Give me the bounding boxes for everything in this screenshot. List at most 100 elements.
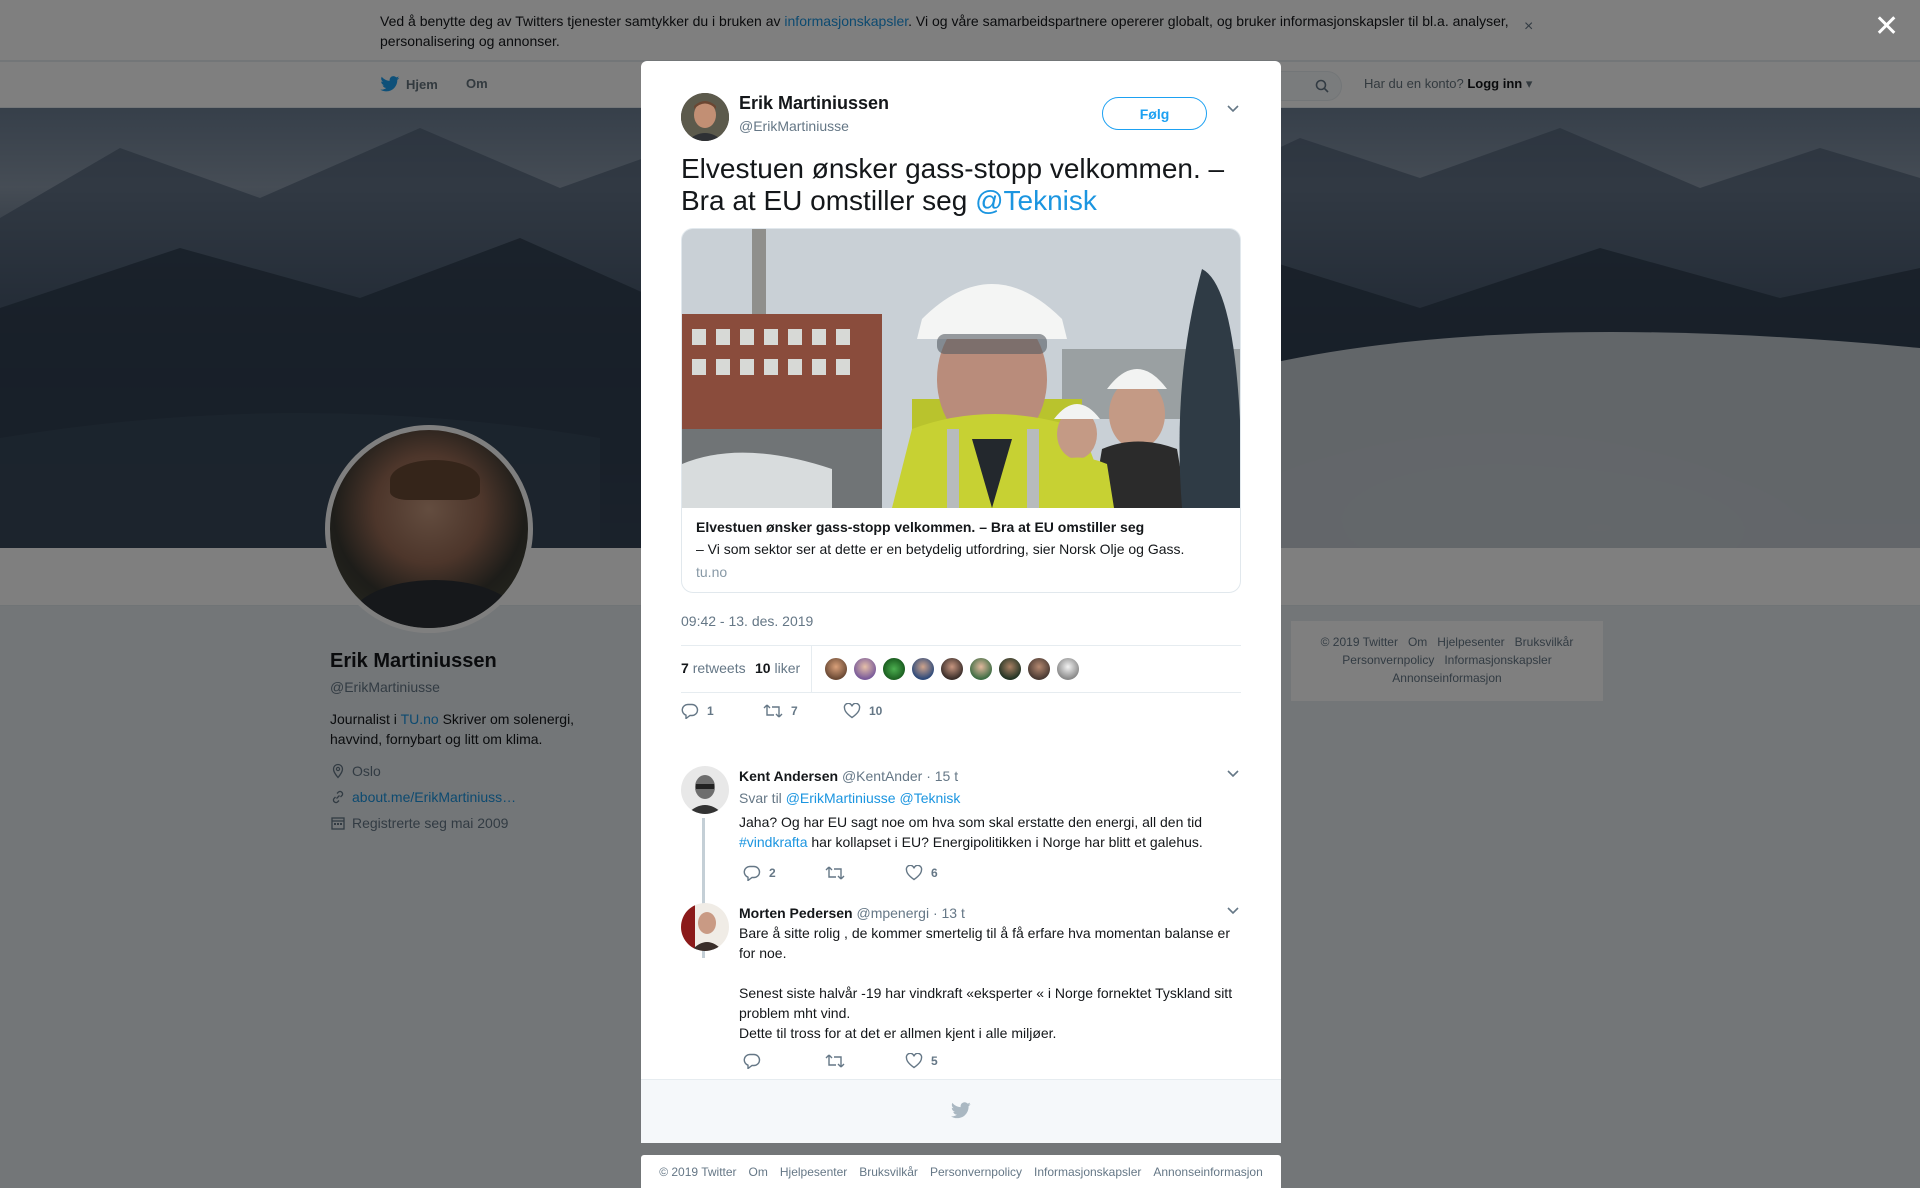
reply-button[interactable]: 2 (743, 865, 825, 881)
liker-avatar[interactable] (1027, 657, 1051, 681)
likes-stat[interactable]: 10 liker (755, 660, 800, 676)
like-count: 5 (931, 1054, 938, 1068)
reply-text: Jaha? Og har EU sagt noe om hva som skal… (739, 812, 1239, 852)
liker-avatar[interactable] (969, 657, 993, 681)
reply-paragraph: Bare å sitte rolig , de kommer smertelig… (739, 925, 1230, 961)
reply-to-mention[interactable]: @ErikMartiniusse (786, 790, 896, 806)
bottom-footer: © 2019 Twitter Om Hjelpesenter Bruksvilk… (641, 1155, 1281, 1188)
like-button[interactable]: 5 (905, 1053, 938, 1069)
footer-link[interactable]: Annonseinformasjon (1153, 1165, 1262, 1179)
reply-icon (743, 865, 761, 881)
link-card-description: – Vi som sektor ser at dette er en betyd… (696, 541, 1185, 557)
retweet-icon (825, 866, 845, 880)
tweet-timestamp[interactable]: 09:42 - 13. des. 2019 (681, 613, 813, 629)
link-card-image (682, 229, 1240, 508)
divider (811, 646, 812, 693)
likes-label: liker (774, 660, 801, 676)
link-card-domain: tu.no (696, 564, 728, 580)
reply-to-label: Svar til (739, 790, 786, 806)
tweet-author-handle[interactable]: @ErikMartiniusse (739, 118, 849, 134)
reply-author-name[interactable]: Morten Pedersen (739, 905, 853, 921)
avatar-portrait (681, 766, 729, 814)
reply-header: Kent Andersen @KentAnder · 15 t (739, 766, 1239, 786)
tweet-modal: Erik Martiniussen @ErikMartiniusse Følg … (641, 61, 1281, 1143)
reply-to-line: Svar til @ErikMartiniusse @Teknisk (739, 788, 1239, 808)
retweet-icon (763, 704, 783, 718)
reply-button[interactable] (743, 1053, 825, 1069)
reply-text: Bare å sitte rolig , de kommer smertelig… (739, 923, 1239, 1043)
like-count: 6 (931, 866, 938, 880)
heart-icon (905, 1053, 923, 1069)
tweet-actions: 1 7 10 (681, 703, 882, 719)
reply-author-handle[interactable]: @mpenergi (856, 905, 929, 921)
reply-text-part: har kollapset i EU? Energipolitikken i N… (807, 834, 1203, 850)
retweet-count: 7 (791, 704, 798, 718)
liker-avatar[interactable] (998, 657, 1022, 681)
like-button[interactable]: 6 (905, 865, 938, 881)
reply-count: 2 (769, 866, 776, 880)
follow-button[interactable]: Følg (1102, 97, 1207, 130)
reply-actions: 5 (743, 1053, 938, 1069)
tweet-mention-link[interactable]: @Teknisk (975, 185, 1097, 216)
liker-avatar[interactable] (911, 657, 935, 681)
like-count: 10 (869, 704, 883, 718)
close-icon[interactable]: ✕ (1874, 12, 1899, 42)
retweet-button[interactable] (825, 865, 905, 881)
reply-header: Morten Pedersen @mpenergi · 13 t (739, 903, 1239, 923)
retweet-icon (825, 1054, 845, 1068)
retweet-button[interactable] (825, 1053, 905, 1069)
heart-icon (905, 865, 923, 881)
reply-paragraph: Dette til tross for at det er allmen kje… (739, 1025, 1057, 1041)
reply-actions: 2 6 (743, 865, 938, 881)
reply-to-mention[interactable]: @Teknisk (899, 790, 960, 806)
chevron-down-icon[interactable] (1226, 768, 1240, 778)
avatar-portrait (681, 93, 729, 141)
footer-link[interactable]: Personvernpolicy (930, 1165, 1022, 1179)
liker-avatar[interactable] (882, 657, 906, 681)
tweet-author-avatar[interactable] (681, 93, 729, 141)
footer-link[interactable]: Informasjonskapsler (1034, 1165, 1141, 1179)
reply-author-avatar[interactable] (681, 766, 729, 814)
card-photo (682, 229, 1240, 508)
avatar-portrait (681, 903, 729, 951)
tweet-text: Elvestuen ønsker gass-stopp velkommen. –… (681, 153, 1241, 217)
likes-count: 10 (755, 660, 771, 676)
heart-icon (843, 703, 861, 719)
reply-count: 1 (707, 704, 714, 718)
reply-author-avatar[interactable] (681, 903, 729, 951)
reply-body: Morten Pedersen @mpenergi · 13 t Bare å … (739, 903, 1239, 1043)
footer-link: © 2019 Twitter (659, 1164, 737, 1179)
liker-avatar[interactable] (824, 657, 848, 681)
reply-button[interactable]: 1 (681, 703, 763, 719)
footer-link[interactable]: Om (749, 1165, 768, 1179)
retweet-button[interactable]: 7 (763, 703, 843, 719)
like-button[interactable]: 10 (843, 703, 882, 719)
reply-author-name[interactable]: Kent Andersen (739, 768, 838, 784)
tweet-stats: 7 retweets 10 liker (681, 645, 1241, 693)
footer-link[interactable]: Bruksvilkår (859, 1165, 918, 1179)
link-card[interactable]: Elvestuen ønsker gass-stopp velkommen. –… (681, 228, 1241, 593)
modal-bottom-bar (641, 1079, 1281, 1143)
liker-avatar[interactable] (940, 657, 964, 681)
liker-avatars (824, 657, 1080, 681)
reply-time[interactable]: · 13 t (933, 905, 965, 921)
reply-text-part: Jaha? Og har EU sagt noe om hva som skal… (739, 814, 1203, 830)
reply-time[interactable]: · 15 t (926, 768, 958, 784)
liker-avatar[interactable] (1056, 657, 1080, 681)
retweets-stat[interactable]: 7 retweets (681, 660, 746, 676)
retweets-count: 7 (681, 660, 689, 676)
liker-avatar[interactable] (853, 657, 877, 681)
link-card-title: Elvestuen ønsker gass-stopp velkommen. –… (696, 519, 1145, 535)
reply-icon (743, 1053, 761, 1069)
retweets-label: retweets (692, 660, 746, 676)
reply-icon (681, 703, 699, 719)
hashtag-link[interactable]: #vindkrafta (739, 834, 807, 850)
reply-paragraph: Senest siste halvår -19 har vindkraft «e… (739, 985, 1233, 1021)
footer-link[interactable]: Hjelpesenter (780, 1165, 847, 1179)
chevron-down-icon[interactable] (1226, 103, 1240, 113)
chevron-down-icon[interactable] (1226, 905, 1240, 915)
tweet-author-name[interactable]: Erik Martiniussen (739, 93, 889, 114)
twitter-bird-icon (951, 1102, 971, 1119)
reply-author-handle[interactable]: @KentAnder (842, 768, 922, 784)
reply-body: Kent Andersen @KentAnder · 15 t Svar til… (739, 766, 1239, 852)
